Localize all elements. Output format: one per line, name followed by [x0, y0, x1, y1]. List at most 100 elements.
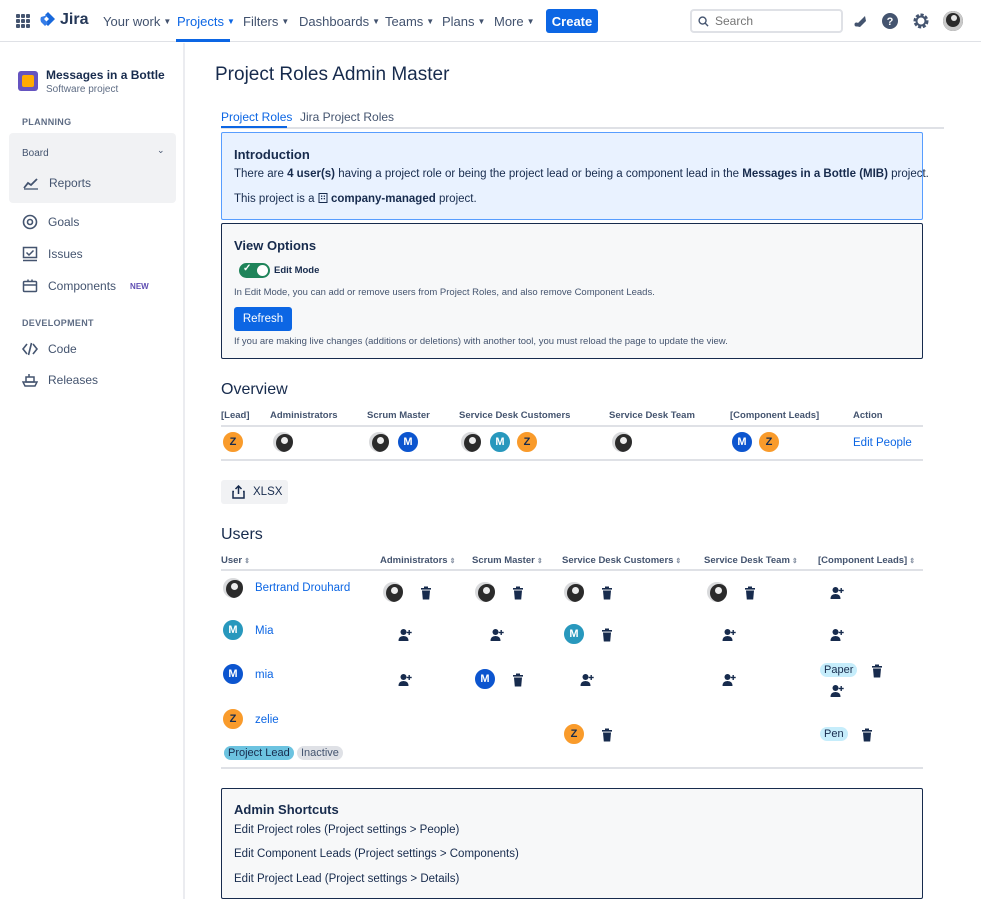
view-options-panel: View Options ✓ Edit Mode In Edit Mode, y…: [221, 223, 923, 359]
overview-header-administrators: Administrators: [270, 410, 338, 421]
nav-teams-label: Teams: [385, 14, 424, 29]
chevron-down-icon: ▼: [281, 17, 290, 26]
avatar[interactable]: [271, 430, 295, 454]
sidebar-item-components[interactable]: Components NEW: [22, 278, 149, 294]
notifications-icon[interactable]: [850, 11, 870, 31]
users-title: Users: [221, 526, 263, 543]
nav-your-work-label: Your work: [103, 14, 161, 29]
help-icon[interactable]: ?: [880, 11, 900, 31]
project-name[interactable]: Messages in a Bottle: [46, 68, 165, 82]
building-icon: [318, 193, 328, 203]
overview-header-sd-customers: Service Desk Customers: [459, 410, 571, 421]
shortcut-link-project-roles[interactable]: Edit Project roles (Project settings > P…: [234, 824, 459, 836]
create-button[interactable]: Create: [546, 9, 598, 33]
add-user-icon[interactable]: [830, 586, 844, 600]
users-header-administrators[interactable]: Administrators ⇕: [380, 555, 455, 566]
sidebar-item-components-label: Components: [48, 279, 117, 293]
sidebar-item-reports-label: Reports: [49, 176, 92, 190]
edit-mode-label: Edit Mode: [274, 265, 320, 276]
users-header-scrum-master[interactable]: Scrum Master ⇕: [472, 555, 543, 566]
users-header-label: Service Desk Customers: [562, 555, 674, 566]
admin-shortcuts-heading: Admin Shortcuts: [234, 802, 339, 817]
edit-mode-toggle[interactable]: ✓: [239, 263, 270, 278]
avatar[interactable]: M: [488, 430, 512, 454]
users-header-sd-team[interactable]: Service Desk Team ⇕: [704, 555, 798, 566]
users-header-component-leads[interactable]: [Component Leads] ⇕: [818, 555, 915, 566]
trash-icon[interactable]: [600, 628, 614, 642]
trash-icon[interactable]: [511, 673, 525, 687]
avatar[interactable]: [610, 430, 634, 454]
nav-filters[interactable]: Filters ▼: [243, 14, 289, 29]
chevron-down-icon[interactable]: ⌄: [157, 145, 165, 156]
avatar[interactable]: Z: [757, 430, 781, 454]
avatar: M: [221, 662, 245, 686]
app-switcher-icon[interactable]: [16, 14, 30, 28]
user-link[interactable]: Mia: [255, 625, 274, 637]
shortcut-link-component-leads[interactable]: Edit Component Leads (Project settings >…: [234, 848, 519, 860]
jira-logo[interactable]: Jira: [40, 11, 88, 29]
trash-icon[interactable]: [743, 586, 757, 600]
avatar[interactable]: Z: [515, 430, 539, 454]
users-header-user[interactable]: User ⇕: [221, 555, 250, 566]
sidebar-item-code[interactable]: Code: [22, 341, 77, 357]
users-header-sd-customers[interactable]: Service Desk Customers ⇕: [562, 555, 681, 566]
user-link[interactable]: zelie: [255, 714, 279, 726]
sidebar-item-releases[interactable]: Releases: [22, 372, 98, 388]
edit-people-link[interactable]: Edit People: [853, 437, 912, 449]
avatar: [221, 576, 245, 600]
settings-gear-icon[interactable]: [911, 11, 931, 31]
trash-icon[interactable]: [870, 664, 884, 678]
releases-ship-icon: [22, 372, 38, 388]
intro-text-part: project.: [435, 193, 477, 205]
avatar[interactable]: [367, 430, 391, 454]
add-user-icon[interactable]: [398, 673, 412, 687]
refresh-button[interactable]: Refresh: [234, 307, 292, 331]
board-label[interactable]: Board: [22, 148, 49, 159]
trash-icon[interactable]: [600, 728, 614, 742]
nav-your-work[interactable]: Your work ▼: [103, 14, 171, 29]
nav-dashboards[interactable]: Dashboards ▼: [299, 14, 380, 29]
trash-icon[interactable]: [419, 586, 433, 600]
user-link[interactable]: mia: [255, 669, 274, 681]
add-user-icon[interactable]: [722, 673, 736, 687]
nav-projects[interactable]: Projects ▼: [177, 14, 235, 29]
add-user-icon[interactable]: [830, 628, 844, 642]
search-input[interactable]: [715, 14, 825, 28]
shortcut-link-project-lead[interactable]: Edit Project Lead (Project settings > De…: [234, 873, 459, 885]
add-user-icon[interactable]: [830, 684, 844, 698]
profile-avatar[interactable]: [943, 11, 963, 31]
sort-icon: ⇕: [449, 558, 456, 565]
jira-logo-icon: [40, 12, 55, 26]
users-header-label: Service Desk Team: [704, 555, 790, 566]
add-user-icon[interactable]: [722, 628, 736, 642]
trash-icon[interactable]: [860, 728, 874, 742]
avatar[interactable]: M: [396, 430, 420, 454]
add-user-icon[interactable]: [490, 628, 504, 642]
nav-plans[interactable]: Plans ▼: [442, 14, 485, 29]
jira-logo-text: Jira: [60, 11, 89, 28]
overview-header-scrum-master: Scrum Master: [367, 410, 430, 421]
overview-header-action: Action: [853, 410, 883, 421]
sidebar-item-issues[interactable]: Issues: [22, 246, 83, 262]
trash-icon[interactable]: [600, 586, 614, 600]
avatar: Z: [562, 722, 586, 746]
nav-more[interactable]: More ▼: [494, 14, 535, 29]
user-link[interactable]: Bertrand Drouhard: [255, 582, 350, 594]
nav-teams[interactable]: Teams ▼: [385, 14, 434, 29]
avatar: [473, 580, 497, 604]
overview-header-lead: [Lead]: [221, 410, 250, 421]
avatar[interactable]: Z: [221, 430, 245, 454]
avatar[interactable]: M: [730, 430, 754, 454]
add-user-icon[interactable]: [398, 628, 412, 642]
avatar[interactable]: [459, 430, 483, 454]
tab-project-roles[interactable]: Project Roles: [221, 110, 292, 124]
tab-jira-project-roles[interactable]: Jira Project Roles: [300, 110, 394, 124]
trash-icon[interactable]: [511, 586, 525, 600]
sidebar-item-reports[interactable]: Reports: [23, 175, 91, 191]
sidebar-item-goals[interactable]: Goals: [22, 214, 79, 230]
export-xlsx-button[interactable]: XLSX: [221, 480, 288, 504]
search-box[interactable]: [690, 9, 843, 33]
add-user-icon[interactable]: [580, 673, 594, 687]
search-icon: [698, 15, 709, 27]
avatar: M: [473, 667, 497, 691]
